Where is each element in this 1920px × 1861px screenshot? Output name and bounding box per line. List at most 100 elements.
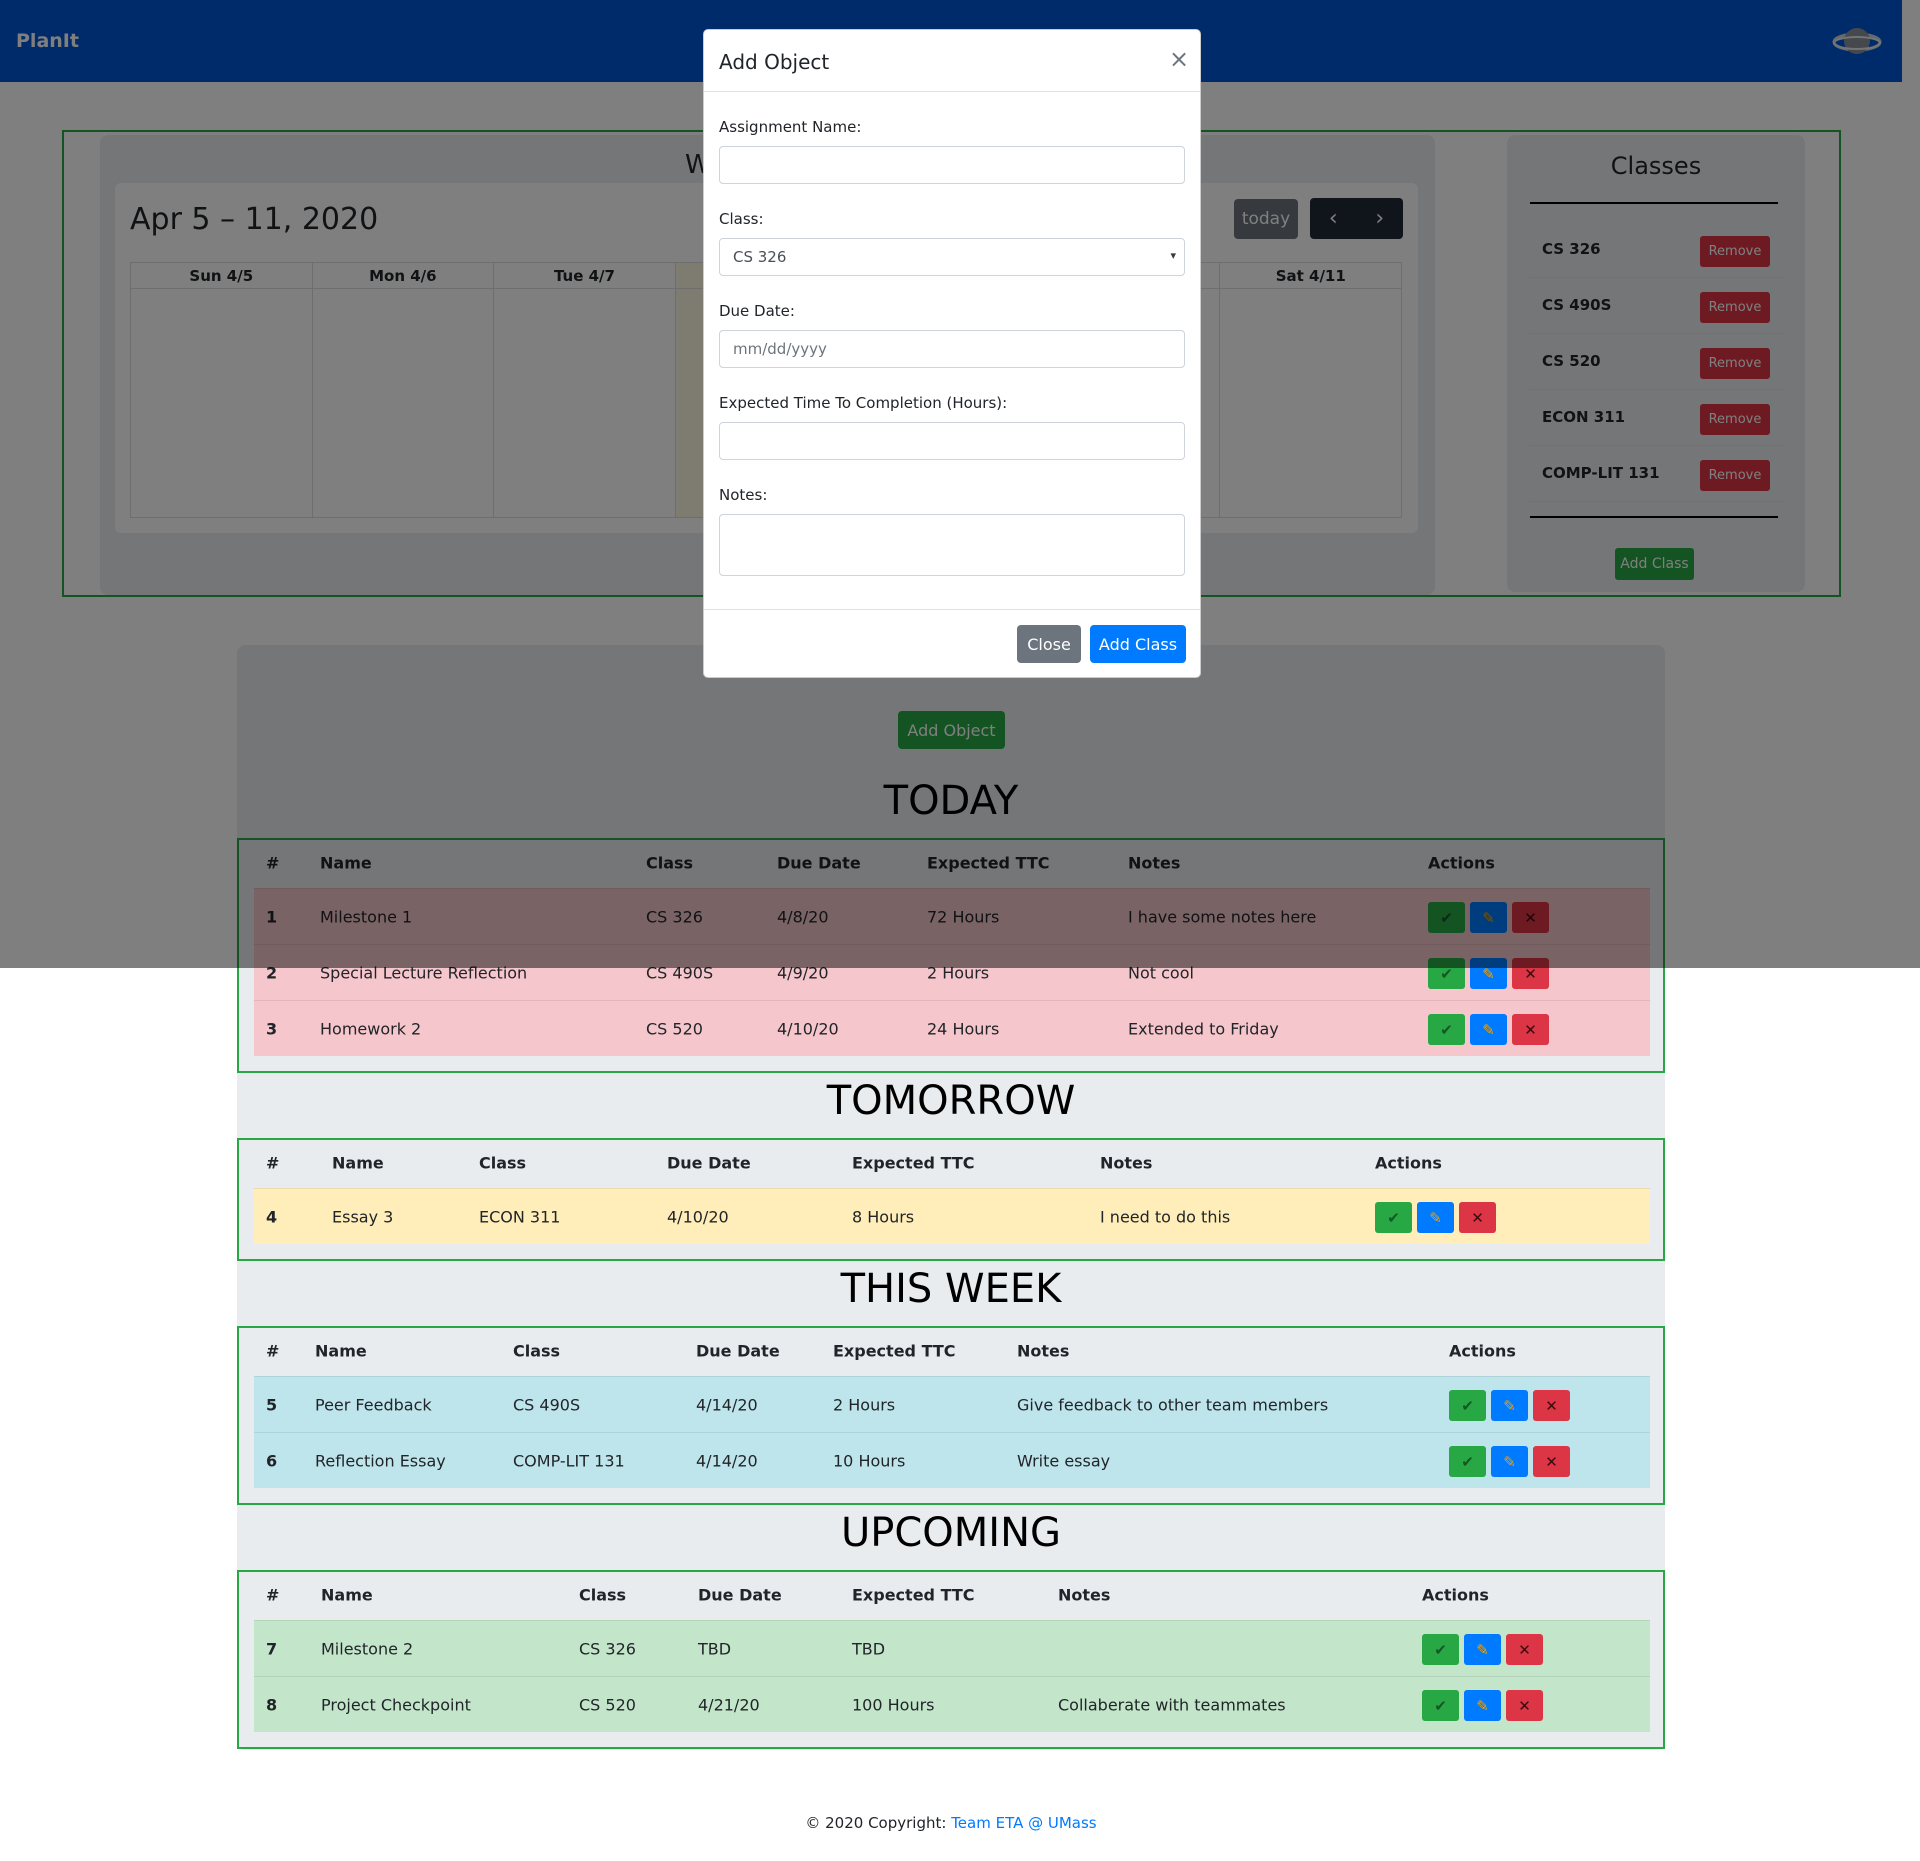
table-row: 3 Homework 2 CS 520 4/10/20 24 Hours Ext… <box>254 1000 1650 1056</box>
x-icon[interactable]: ✕ <box>1506 1634 1543 1665</box>
class-label: Class: <box>719 210 764 228</box>
modal-title: Add Object <box>719 50 830 74</box>
assignment-notes: Extended to Friday <box>1128 1019 1279 1038</box>
ttc-label: Expected Time To Completion (Hours): <box>719 394 1008 412</box>
table-row: 7 Milestone 2 CS 326 TBD TBD ✔ ✎ ✕ <box>254 1620 1650 1676</box>
table-row: 8 Project Checkpoint CS 520 4/21/20 100 … <box>254 1676 1650 1732</box>
add-class-submit-button[interactable]: Add Class <box>1090 625 1186 663</box>
pencil-icon[interactable]: ✎ <box>1464 1690 1501 1721</box>
due-date-label: Due Date: <box>719 302 795 320</box>
assignment-ttc: 24 Hours <box>927 1019 1000 1038</box>
pencil-icon[interactable]: ✎ <box>1491 1390 1528 1421</box>
notes-textarea[interactable] <box>719 514 1185 576</box>
x-icon[interactable]: ✕ <box>1533 1390 1570 1421</box>
assignment-due-date: TBD <box>698 1639 732 1658</box>
assignment-due-date: 4/21/20 <box>698 1695 760 1714</box>
x-icon[interactable]: ✕ <box>1459 1202 1496 1233</box>
assignment-class: CS 520 <box>646 1019 703 1038</box>
table-row: 4 Essay 3 ECON 311 4/10/20 8 Hours I nee… <box>254 1188 1650 1244</box>
row-actions: ✔ ✎ ✕ <box>1449 1390 1570 1421</box>
table-header: # Name Class Due Date Expected TTC Notes… <box>254 1326 1650 1376</box>
add-object-modal: Add Object × Assignment Name: Class: CS … <box>703 29 1201 678</box>
pencil-icon[interactable]: ✎ <box>1470 1014 1507 1045</box>
assignment-due-date: 4/14/20 <box>696 1395 758 1414</box>
assignment-class: COMP-LIT 131 <box>513 1451 625 1470</box>
assignment-class: ECON 311 <box>479 1207 561 1226</box>
assignment-ttc: 10 Hours <box>833 1451 906 1470</box>
col-header-class: Class <box>579 1585 627 1605</box>
row-actions: ✔ ✎ ✕ <box>1449 1446 1570 1477</box>
row-number: 7 <box>266 1639 278 1658</box>
row-number: 8 <box>266 1695 278 1714</box>
col-header-name: Name <box>321 1585 373 1605</box>
row-actions: ✔ ✎ ✕ <box>1375 1202 1496 1233</box>
assignment-ttc: 8 Hours <box>852 1207 915 1226</box>
x-icon[interactable]: ✕ <box>1506 1690 1543 1721</box>
checkmark-icon[interactable]: ✔ <box>1375 1202 1412 1233</box>
checkmark-icon[interactable]: ✔ <box>1428 1014 1465 1045</box>
col-header-ttc: Expected TTC <box>833 1341 956 1361</box>
col-header-name: Name <box>315 1341 367 1361</box>
row-actions: ✔ ✎ ✕ <box>1428 1014 1549 1045</box>
col-header-actions: Actions <box>1422 1585 1489 1605</box>
assignment-name-input[interactable] <box>719 146 1185 184</box>
assignment-due-date: 4/14/20 <box>696 1451 758 1470</box>
pencil-icon[interactable]: ✎ <box>1417 1202 1454 1233</box>
assignment-class: CS 520 <box>579 1695 636 1714</box>
row-number: 3 <box>266 1019 278 1038</box>
col-header-num: # <box>266 1341 280 1361</box>
x-icon[interactable]: ✕ <box>1512 1014 1549 1045</box>
checkmark-icon[interactable]: ✔ <box>1449 1390 1486 1421</box>
checkmark-icon[interactable]: ✔ <box>1422 1690 1459 1721</box>
modal-header: Add Object × <box>704 30 1200 92</box>
section-title-upcoming: UPCOMING <box>840 1510 1062 1556</box>
assignment-class: CS 326 <box>579 1639 636 1658</box>
checkmark-icon[interactable]: ✔ <box>1449 1446 1486 1477</box>
section-title-tomorrow: TOMORROW <box>826 1078 1076 1124</box>
close-icon[interactable]: × <box>1169 45 1189 73</box>
assignment-name: Reflection Essay <box>315 1451 446 1470</box>
col-header-ttc: Expected TTC <box>852 1153 975 1173</box>
pencil-icon[interactable]: ✎ <box>1491 1446 1528 1477</box>
row-actions: ✔ ✎ ✕ <box>1422 1634 1543 1665</box>
assignment-name: Peer Feedback <box>315 1395 432 1414</box>
assignment-name: Project Checkpoint <box>321 1695 471 1714</box>
assignment-due-date: 4/10/20 <box>667 1207 729 1226</box>
assignment-name-label: Assignment Name: <box>719 118 862 136</box>
footer: © 2020 Copyright: Team ETA @ UMass <box>0 1814 1902 1832</box>
col-header-notes: Notes <box>1058 1585 1111 1605</box>
col-header-name: Name <box>332 1153 384 1173</box>
assignment-due-date: 4/10/20 <box>777 1019 839 1038</box>
modal-footer: Close Add Class <box>704 609 1200 679</box>
x-icon[interactable]: ✕ <box>1533 1446 1570 1477</box>
notes-label: Notes: <box>719 486 768 504</box>
due-date-input[interactable]: mm/dd/yyyy <box>719 330 1185 368</box>
assignment-ttc: 2 Hours <box>833 1395 896 1414</box>
close-button[interactable]: Close <box>1017 625 1081 663</box>
assignment-notes: Collaberate with teammates <box>1058 1695 1286 1714</box>
assignment-notes: Give feedback to other team members <box>1017 1395 1329 1414</box>
col-header-class: Class <box>479 1153 527 1173</box>
assignment-ttc: 100 Hours <box>852 1695 935 1714</box>
table-row: 5 Peer Feedback CS 490S 4/14/20 2 Hours … <box>254 1376 1650 1432</box>
class-select[interactable]: CS 326 <box>719 238 1185 276</box>
checkmark-icon[interactable]: ✔ <box>1422 1634 1459 1665</box>
table-header: # Name Class Due Date Expected TTC Notes… <box>254 1138 1650 1188</box>
ttc-input[interactable] <box>719 422 1185 460</box>
table-row: 6 Reflection Essay COMP-LIT 131 4/14/20 … <box>254 1432 1650 1488</box>
assignment-class: CS 490S <box>513 1395 581 1414</box>
row-number: 5 <box>266 1395 278 1414</box>
col-header-class: Class <box>513 1341 561 1361</box>
col-header-due: Due Date <box>667 1153 751 1173</box>
col-header-num: # <box>266 1585 280 1605</box>
assignment-notes: Write essay <box>1017 1451 1111 1470</box>
assignment-name: Essay 3 <box>332 1207 394 1226</box>
footer-team-link[interactable]: Team ETA @ UMass <box>951 1814 1096 1832</box>
col-header-ttc: Expected TTC <box>852 1585 975 1605</box>
row-number: 6 <box>266 1451 278 1470</box>
row-actions: ✔ ✎ ✕ <box>1422 1690 1543 1721</box>
section-title-this-week: THIS WEEK <box>840 1266 1062 1312</box>
assignment-name: Milestone 2 <box>321 1639 414 1658</box>
col-header-notes: Notes <box>1017 1341 1070 1361</box>
pencil-icon[interactable]: ✎ <box>1464 1634 1501 1665</box>
